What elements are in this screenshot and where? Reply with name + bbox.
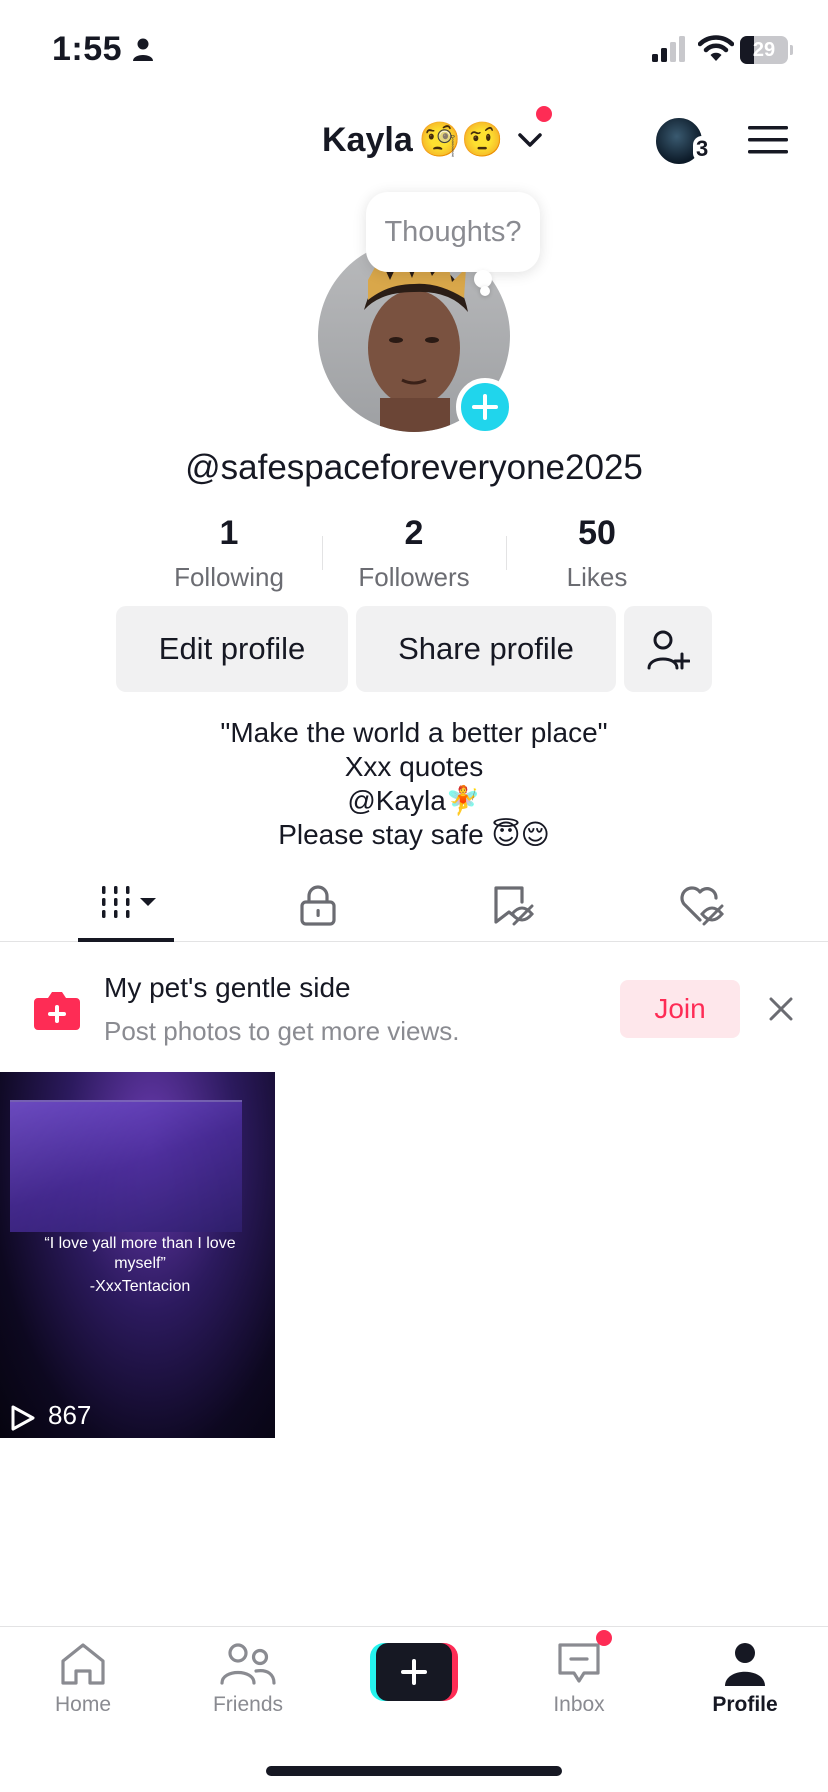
stat-divider — [322, 536, 323, 570]
home-indicator — [266, 1766, 562, 1776]
stat-label: Following — [174, 562, 284, 592]
profile-username: @safespaceforeveryone2025 — [185, 448, 643, 487]
tab-favorites[interactable] — [450, 868, 570, 942]
create-button[interactable] — [370, 1643, 458, 1701]
wifi-icon — [698, 35, 734, 61]
inbox-icon — [558, 1643, 600, 1683]
edit-profile-button[interactable]: Edit profile — [116, 606, 348, 692]
hamburger-menu-icon[interactable] — [748, 124, 788, 156]
video-thumbnail[interactable]: “I love yall more than I love myself” -X… — [0, 1072, 275, 1438]
stat-label: Likes — [566, 562, 628, 592]
nav-home[interactable]: Home — [18, 1641, 148, 1731]
person-icon — [133, 38, 153, 61]
profile-bio: "Make the world a better place" Xxx quot… — [0, 716, 828, 852]
inbox-notification-dot — [596, 1630, 612, 1646]
stat-value: 50 — [578, 514, 616, 552]
thought-bubble-tail-small — [480, 286, 490, 296]
profile-header: Kayla 🧐🤨 3 — [0, 100, 828, 180]
account-emojis: 🧐🤨 — [418, 120, 504, 160]
nav-inbox[interactable]: Inbox — [514, 1641, 644, 1731]
nav-label: Profile — [712, 1693, 778, 1716]
add-story-button[interactable] — [456, 378, 514, 436]
content-tabs — [0, 868, 828, 942]
video-view-count: 867 — [48, 1400, 92, 1430]
stat-value: 2 — [404, 514, 424, 552]
status-time: 1:55 — [52, 30, 123, 68]
nav-label: Inbox — [553, 1693, 605, 1716]
nav-profile[interactable]: Profile — [680, 1641, 810, 1731]
grid-icon — [102, 886, 156, 918]
stat-followers[interactable]: 2 Followers — [324, 514, 504, 593]
bio-line: Xxx quotes — [344, 751, 484, 782]
battery-percent: 29 — [752, 39, 776, 61]
bio-line: "Make the world a better place" — [220, 717, 608, 748]
heart-hidden-icon — [680, 886, 724, 926]
stat-following[interactable]: 1 Following — [139, 514, 319, 593]
account-switcher[interactable]: Kayla 🧐🤨 — [322, 116, 543, 164]
banner-subtitle: Post photos to get more views. — [104, 1016, 460, 1046]
friends-count-badge: 3 — [693, 136, 712, 162]
add-friend-button[interactable] — [624, 606, 712, 692]
tab-liked[interactable] — [640, 868, 760, 942]
nav-friends[interactable]: Friends — [183, 1641, 313, 1731]
join-button[interactable]: Join — [620, 980, 740, 1038]
home-icon — [61, 1643, 105, 1685]
video-caption: “I love yall more than I love myself” — [44, 1235, 236, 1272]
challenge-banner[interactable]: My pet's gentle side Post photos to get … — [0, 942, 828, 1070]
banner-title: My pet's gentle side — [104, 972, 351, 1003]
plus-icon — [472, 394, 498, 420]
lock-icon — [300, 885, 336, 926]
tab-videos[interactable] — [66, 868, 186, 942]
nav-label: Home — [54, 1693, 112, 1716]
add-person-icon — [647, 630, 690, 670]
stat-value: 1 — [219, 514, 239, 552]
nav-label: Friends — [212, 1693, 284, 1716]
stat-likes[interactable]: 50 Likes — [507, 514, 687, 593]
share-profile-button[interactable]: Share profile — [356, 606, 616, 692]
cellular-signal-icon — [652, 36, 685, 62]
video-credit: -XxxTentacion — [89, 1278, 191, 1295]
account-name: Kayla — [322, 120, 413, 159]
stat-label: Followers — [358, 562, 470, 592]
play-icon — [11, 1405, 35, 1431]
photo-plus-icon — [34, 992, 80, 1030]
tab-private[interactable] — [258, 868, 378, 942]
battery-indicator: 29 — [740, 36, 793, 64]
close-icon[interactable] — [768, 996, 794, 1022]
create-plus-icon — [401, 1659, 427, 1685]
friends-icon — [220, 1643, 276, 1685]
bookmark-hidden-icon — [494, 886, 534, 926]
status-bar: 1:55 29 — [0, 0, 828, 100]
bio-mention[interactable]: @Kayla🧚 — [0, 784, 828, 818]
video-thumbnail-image — [10, 1100, 242, 1232]
bio-line: Please stay safe 😇😌 — [278, 819, 550, 850]
notification-dot — [536, 106, 552, 122]
profile-icon — [725, 1643, 765, 1686]
thought-bubble[interactable]: Thoughts? — [366, 192, 540, 272]
chevron-down-icon — [518, 133, 543, 147]
